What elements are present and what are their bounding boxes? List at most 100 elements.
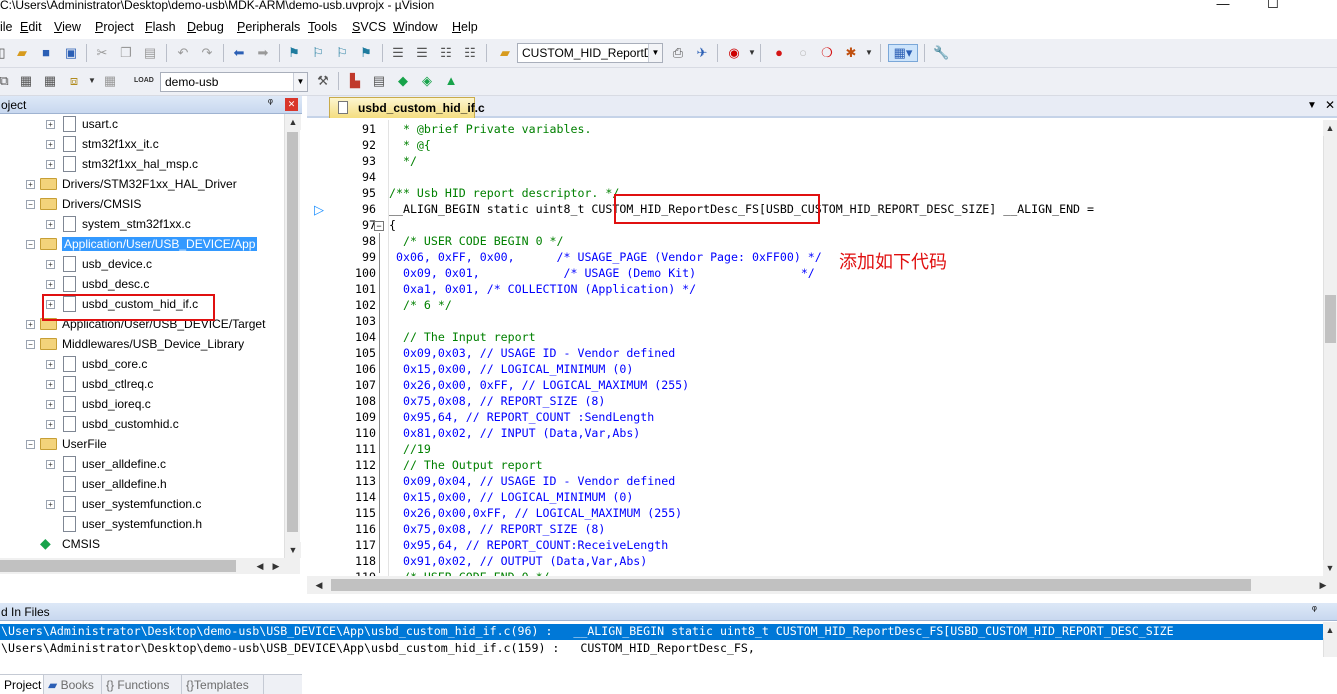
code-line[interactable]: 0x09, 0x01, /* USAGE (Demo Kit) */: [389, 266, 815, 280]
chevron-down-icon[interactable]: ▼: [744, 45, 760, 61]
find-icon[interactable]: ⎙: [670, 45, 686, 61]
code-line[interactable]: 0x95,64, // REPORT_COUNT:ReceiveLength: [389, 538, 668, 552]
uncomment-icon[interactable]: ☷: [462, 45, 478, 61]
kill-breakpoints-icon[interactable]: ✱: [843, 45, 859, 61]
code-line[interactable]: 0x26,0x00, 0xFF, // LOGICAL_MAXIMUM (255…: [389, 378, 689, 392]
code-line[interactable]: 0x09,0x04, // USAGE ID - Vendor defined: [389, 474, 675, 488]
expand-icon[interactable]: +: [46, 420, 55, 429]
expand-icon[interactable]: +: [46, 160, 55, 169]
code-line[interactable]: 0x75,0x08, // REPORT_SIZE (8): [389, 394, 605, 408]
disable-all-breakpoints-icon[interactable]: ❍: [819, 45, 835, 61]
tree-item[interactable]: user_systemfunction.h: [0, 514, 282, 534]
window-layout-icon[interactable]: ▦▾: [888, 44, 918, 62]
expand-icon[interactable]: +: [46, 280, 55, 289]
code-line[interactable]: /* USER CODE BEGIN 0 */: [389, 234, 564, 248]
disable-breakpoint-icon[interactable]: ○: [795, 45, 811, 61]
code-line[interactable]: // The Input report: [389, 330, 536, 344]
find-in-files-icon[interactable]: ▰: [497, 45, 513, 61]
code-line[interactable]: 0x26,0x00,0xFF, // LOGICAL_MAXIMUM (255): [389, 506, 682, 520]
expand-icon[interactable]: +: [46, 220, 55, 229]
find-result-row[interactable]: \Users\Administrator\Desktop\demo-usb\US…: [0, 624, 1323, 640]
tree-item[interactable]: − UserFile: [0, 434, 282, 454]
menu-tools[interactable]: Tools: [308, 20, 337, 34]
code-line[interactable]: * @{: [389, 138, 431, 152]
maximize-button[interactable]: ☐: [1250, 0, 1296, 14]
menu-peripherals[interactable]: Peripherals: [237, 20, 300, 34]
expand-icon[interactable]: +: [46, 400, 55, 409]
code-line[interactable]: //19: [389, 442, 431, 456]
breakpoint-icon[interactable]: ●: [771, 45, 787, 61]
code-line[interactable]: 0x09,0x03, // USAGE ID - Vendor defined: [389, 346, 675, 360]
redo-icon[interactable]: ↷: [199, 45, 215, 61]
manage-components-icon[interactable]: ▤: [371, 73, 387, 89]
tab-functions[interactable]: {} Functions: [102, 675, 182, 694]
comment-icon[interactable]: ☷: [438, 45, 454, 61]
debug-start-icon[interactable]: ◉: [726, 45, 742, 61]
expand-icon[interactable]: +: [46, 120, 55, 129]
tree-item[interactable]: + usbd_customhid.c: [0, 414, 282, 434]
tree-item[interactable]: + Drivers/STM32F1xx_HAL_Driver: [0, 174, 282, 194]
code-line[interactable]: {: [389, 218, 396, 232]
h-scroll-thumb[interactable]: [331, 579, 1251, 591]
nav-back-icon[interactable]: ⬅: [231, 45, 247, 61]
tab-list-icon[interactable]: ▼: [1307, 100, 1317, 111]
scroll-right-icon[interactable]: ▶: [268, 558, 284, 574]
tree-item[interactable]: ◆ CMSIS: [0, 534, 282, 554]
code-line[interactable]: 0x06, 0xFF, 0x00, /* USAGE_PAGE (Vendor …: [389, 250, 822, 264]
code-line[interactable]: 0x15,0x00, // LOGICAL_MINIMUM (0): [389, 490, 633, 504]
code-line[interactable]: 0x15,0x00, // LOGICAL_MINIMUM (0): [389, 362, 633, 376]
select-packs-icon[interactable]: ◆: [395, 73, 411, 89]
collapse-icon[interactable]: −: [26, 240, 35, 249]
expand-icon[interactable]: +: [46, 140, 55, 149]
nav-forward-icon[interactable]: ➡: [255, 45, 271, 61]
cut-icon[interactable]: ✂: [94, 45, 110, 61]
tree-item[interactable]: + user_systemfunction.c: [0, 494, 282, 514]
open-folder-icon[interactable]: ▰: [14, 45, 30, 61]
tab-books[interactable]: ▰ Books: [44, 675, 102, 694]
expand-icon[interactable]: +: [46, 380, 55, 389]
tree-item[interactable]: + system_stm32f1xx.c: [0, 214, 282, 234]
code-area[interactable]: * @brief Private variables. * @{ */ /** U…: [389, 120, 1317, 576]
editor-horizontal-scrollbar[interactable]: ◀ ▶: [307, 576, 1337, 594]
indent-icon[interactable]: ☰: [390, 45, 406, 61]
scroll-left-icon[interactable]: ◀: [311, 577, 327, 593]
chevron-down-icon[interactable]: ▼: [861, 45, 877, 61]
undo-icon[interactable]: ↶: [175, 45, 191, 61]
new-file-icon[interactable]: ▯: [0, 45, 10, 61]
tree-horizontal-scrollbar[interactable]: ◀ ▶: [0, 558, 300, 574]
chevron-down-icon[interactable]: ▼: [293, 73, 307, 91]
tree-item[interactable]: user_alldefine.h: [0, 474, 282, 494]
save-icon[interactable]: ■: [38, 45, 54, 61]
translate-icon[interactable]: ⧉: [0, 73, 12, 89]
scroll-left-icon[interactable]: ◀: [252, 558, 268, 574]
code-line[interactable]: */: [389, 154, 417, 168]
run-time-environment-icon[interactable]: ▲: [443, 73, 459, 89]
tree-item[interactable]: + usart.c: [0, 114, 282, 134]
menu-view[interactable]: View: [54, 20, 81, 34]
scroll-down-icon[interactable]: ▼: [1323, 560, 1337, 576]
chevron-down-icon[interactable]: ▼: [84, 73, 100, 89]
pin-icon[interactable]: ᵠ: [1312, 604, 1317, 616]
code-line[interactable]: 0x91,0x02, // OUTPUT (Data,Var,Abs): [389, 554, 647, 568]
tree-vertical-scrollbar[interactable]: ▲ ▼: [284, 114, 301, 558]
target-options-icon[interactable]: ⚒: [315, 73, 331, 89]
find-result-row[interactable]: \Users\Administrator\Desktop\demo-usb\US…: [0, 641, 1323, 657]
expand-icon[interactable]: +: [26, 320, 35, 329]
save-all-icon[interactable]: ▣: [63, 45, 79, 61]
menu-file[interactable]: ile: [0, 20, 13, 34]
tab-templates[interactable]: {}Templates: [182, 675, 264, 694]
minimize-button[interactable]: —: [1200, 0, 1246, 14]
tree-item[interactable]: + usbd_desc.c: [0, 274, 282, 294]
code-line[interactable]: 0xa1, 0x01, /* COLLECTION (Application) …: [389, 282, 696, 296]
fold-collapse-icon[interactable]: −: [374, 221, 384, 231]
next-bookmark-icon[interactable]: ⚐: [334, 45, 350, 61]
menu-project[interactable]: Project: [95, 20, 134, 34]
tree-item[interactable]: − Middlewares/USB_Device_Library: [0, 334, 282, 354]
scroll-thumb[interactable]: [1325, 295, 1336, 343]
code-line[interactable]: 0x81,0x02, // INPUT (Data,Var,Abs): [389, 426, 640, 440]
expand-icon[interactable]: +: [46, 360, 55, 369]
scroll-up-icon[interactable]: ▲: [285, 114, 301, 130]
scroll-thumb[interactable]: [287, 132, 298, 532]
collapse-icon[interactable]: −: [26, 340, 35, 349]
tree-item[interactable]: − Application/User/USB_DEVICE/App: [0, 234, 282, 254]
